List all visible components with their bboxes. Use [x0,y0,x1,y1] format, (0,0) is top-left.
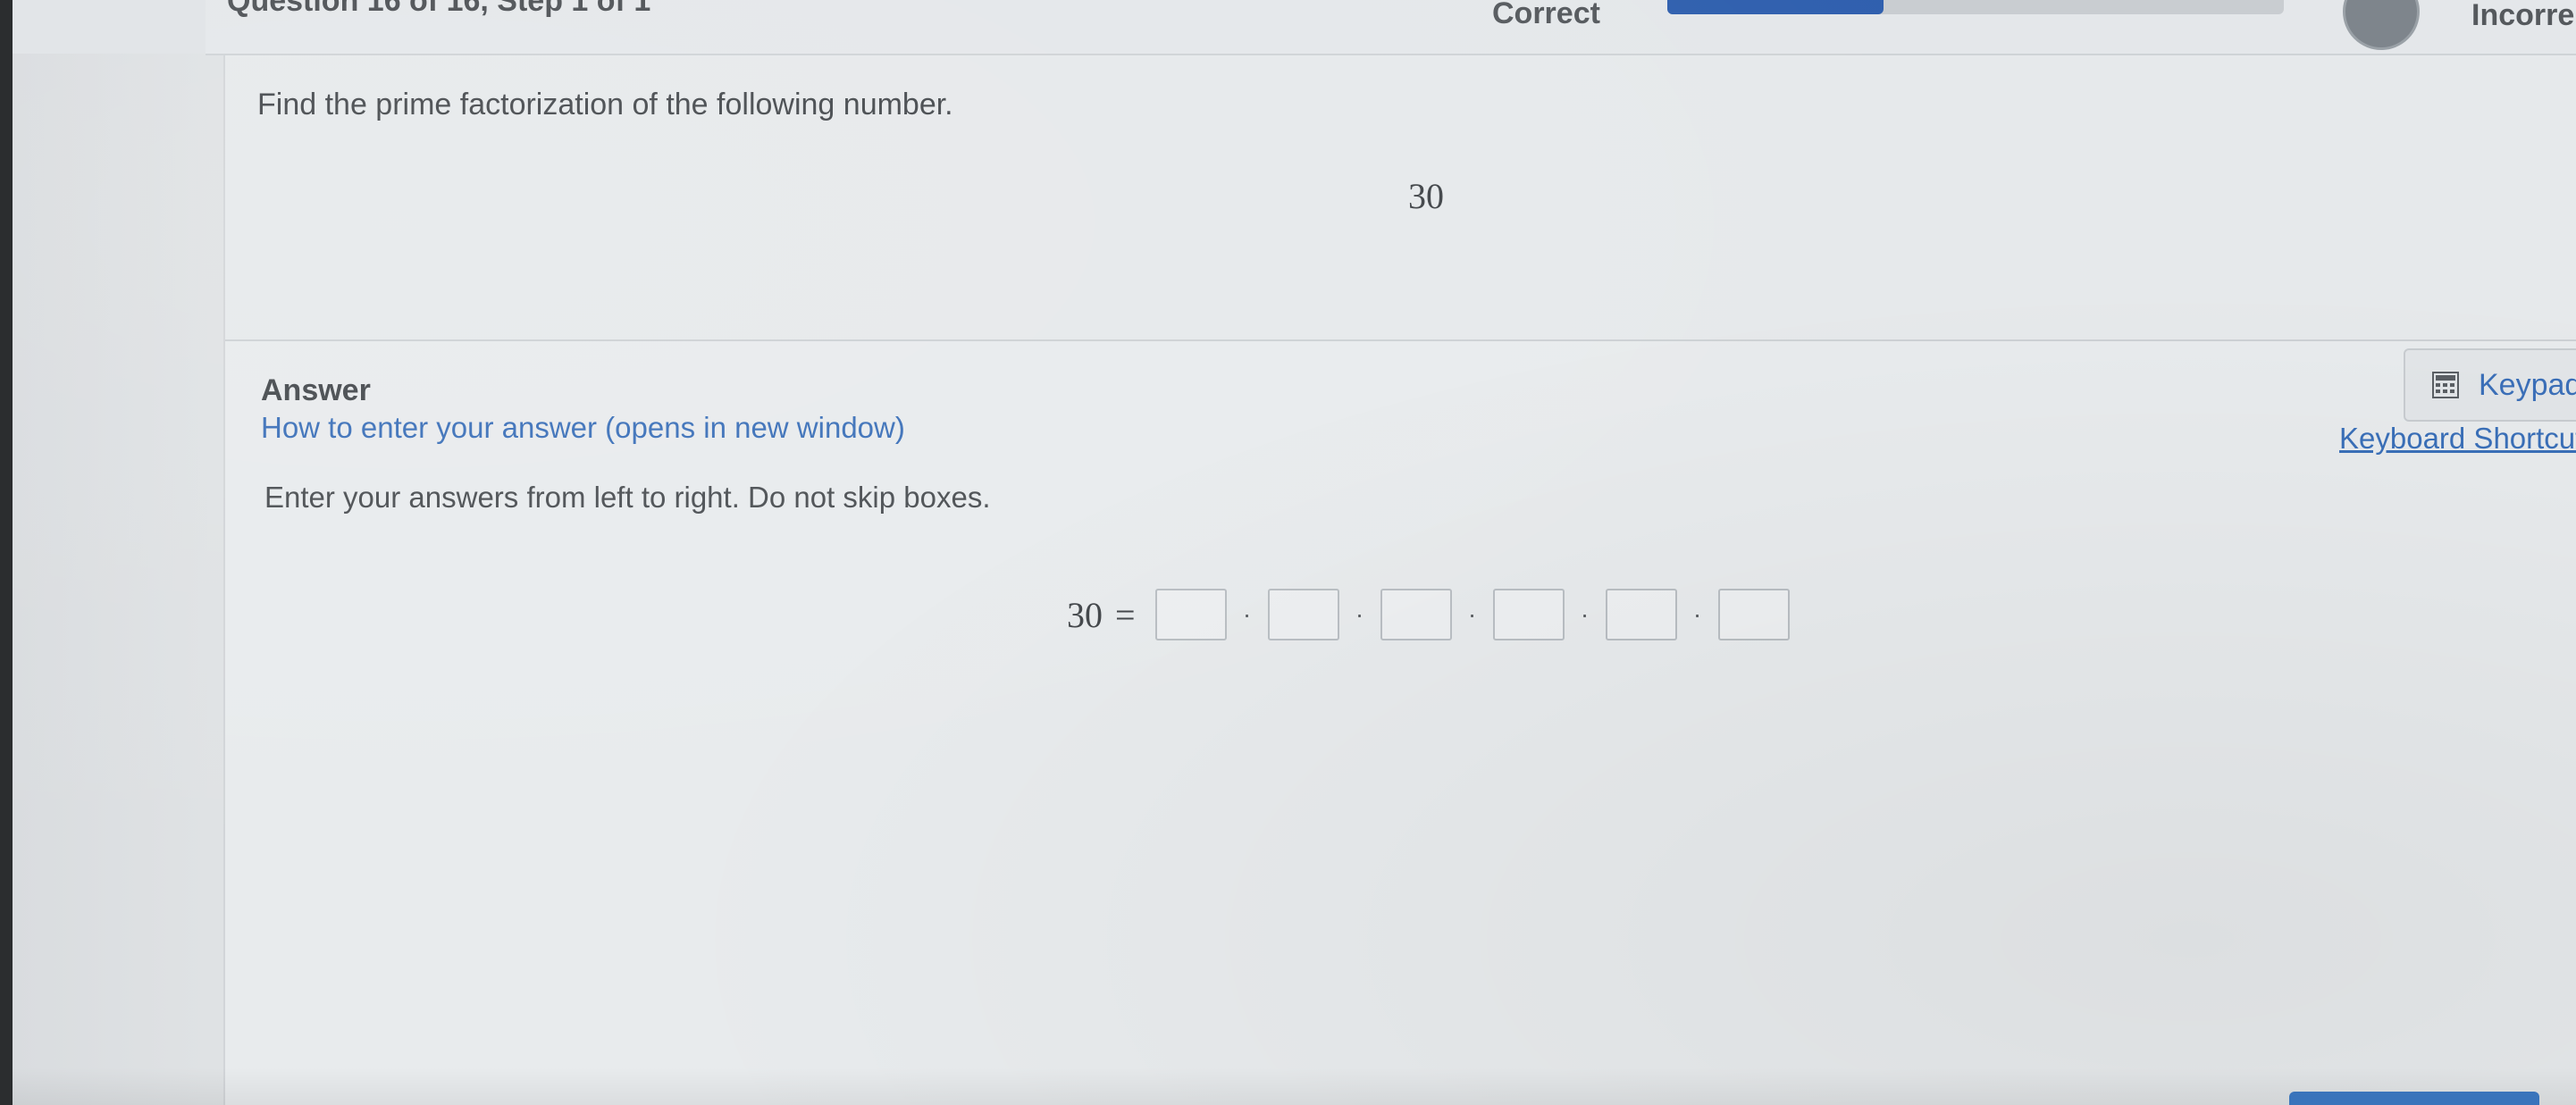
question-title: Question 16 of 16, Step 1 of 1 [227,0,651,18]
progress-fill [1667,0,1884,14]
keypad-button[interactable]: Keypad [2404,348,2576,422]
correct-label: Correct [1492,0,1600,30]
bottom-edge [13,1067,2576,1105]
multiplication-dot: · [1355,600,1364,628]
multiplication-dot: · [1467,600,1477,628]
answer-input-box[interactable] [1492,589,1565,640]
submit-button-edge[interactable] [2289,1092,2539,1105]
answer-heading: Answer [261,373,371,407]
answer-input-box[interactable] [1717,589,1790,640]
answer-input-box[interactable] [1267,589,1339,640]
equation-lhs: 30 [1067,594,1103,635]
answer-input-box[interactable] [1605,589,1677,640]
calculator-icon [2432,372,2459,398]
answer-input-box[interactable] [1154,589,1227,640]
equation: 30 = · · · · · [1067,586,1790,643]
help-link[interactable]: How to enter your answer (opens in new w… [261,411,905,445]
keypad-label: Keypad [2479,367,2576,402]
multiplication-dot: · [1692,600,1702,628]
multiplication-dot: · [1580,600,1590,628]
question-area: Find the prime factorization of the foll… [225,55,2576,341]
screen: Question 16 of 16, Step 1 of 1 Correct I… [13,0,2576,1105]
top-bar: Question 16 of 16, Step 1 of 1 Correct I… [13,0,2576,55]
answer-input-box[interactable] [1380,589,1452,640]
question-card: Find the prime factorization of the foll… [223,55,2576,1105]
incorrect-label: Incorre [2471,0,2575,32]
keyboard-shortcuts-link[interactable]: Keyboard Shortcut [2339,422,2576,456]
equals-sign: = [1115,594,1136,635]
question-prompt: Find the prime factorization of the foll… [257,88,953,121]
question-number: 30 [1408,176,1444,216]
progress-bar [1667,0,2284,14]
multiplication-dot: · [1242,600,1252,628]
instructions: Enter your answers from left to right. D… [264,481,991,514]
